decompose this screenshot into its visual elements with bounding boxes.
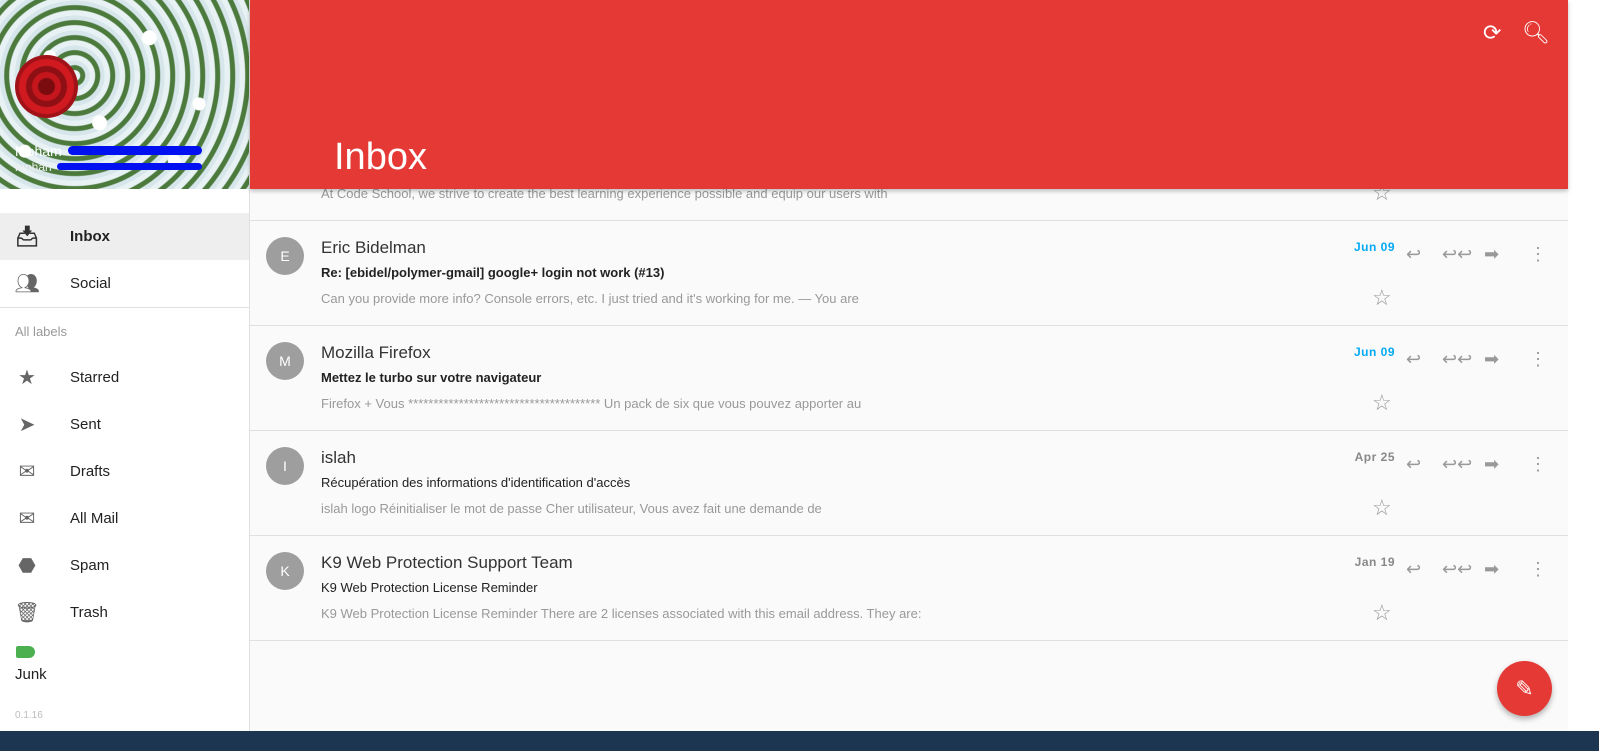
email-date: Jan 19 [1354,555,1395,569]
reply-all-icon[interactable]: ↩↩ [1442,454,1472,475]
email-snippet: Firefox + Vous *************************… [321,396,862,411]
label-starred[interactable]: ★ Starred [0,354,249,401]
email-subject: K9 Web Protection License Reminder [321,580,538,595]
mail-icon: ✉ [18,508,36,530]
email-date: Apr 25 [1354,450,1395,464]
email-row[interactable]: K K9 Web Protection Support Team K9 Web … [250,536,1568,641]
email-snippet: K9 Web Protection License Reminder There… [321,606,922,621]
search-icon[interactable]: 🔍︎ [1522,20,1550,46]
trash-icon: 🗑︎ [14,602,40,624]
redaction-scribble [68,146,202,155]
label-sent[interactable]: ➤ Sent [0,401,249,448]
reply-icon[interactable]: ↩ [1406,559,1421,580]
star-icon[interactable]: ☆ [1372,285,1392,311]
taskbar [0,731,1599,751]
email-row[interactable]: E Eric Bidelman Re: [ebidel/polymer-gmai… [250,221,1568,326]
drafts-icon: ✉ [18,461,36,483]
refresh-icon[interactable]: ⟳ [1483,20,1501,46]
email-date: Jun 09 [1353,345,1395,359]
email-subject: Récupération des informations d'identifi… [321,475,631,490]
email-row[interactable]: I islah Récupération des informations d'… [250,431,1568,536]
forward-icon[interactable]: ➡ [1484,454,1499,475]
email-list: At Code School, we strive to create the … [250,180,1568,641]
forward-icon[interactable]: ➡ [1484,349,1499,370]
sender-avatar: I [266,447,304,485]
reply-icon[interactable]: ↩ [1406,454,1421,475]
label-trash[interactable]: 🗑︎ Trash [0,589,249,636]
labels-heading: All labels [0,307,249,354]
pencil-icon: ✎ [1515,675,1534,701]
email-sender: Eric Bidelman [321,238,426,257]
email-subject: Mettez le turbo sur votre navigateur [321,370,542,385]
reply-all-icon[interactable]: ↩↩ [1442,559,1472,580]
send-icon: ➤ [18,414,36,436]
email-row[interactable]: At Code School, we strive to create the … [250,180,1568,221]
nav-label: Social [70,275,111,292]
report-icon: ⬣ [18,555,36,577]
forward-icon[interactable]: ➡ [1484,559,1499,580]
nav-social[interactable]: 👥︎ Social [0,260,249,307]
profile-name: Moham [15,143,62,159]
nav-label: Spam [70,557,110,574]
nav-label: Junk [15,666,47,683]
reply-icon[interactable]: ↩ [1406,244,1421,265]
nav-label: All Mail [70,510,119,527]
label-tag-icon [16,646,35,658]
forward-icon[interactable]: ➡ [1484,244,1499,265]
nav-label: Sent [70,416,101,433]
star-icon[interactable]: ☆ [1372,390,1392,416]
inbox-icon: 📥︎ [14,226,40,248]
email-row[interactable]: M Mozilla Firefox Mettez le turbo sur vo… [250,326,1568,431]
avatar[interactable] [15,55,78,118]
sender-avatar: K [266,552,304,590]
more-vert-icon[interactable]: ⋮ [1529,244,1547,265]
reply-all-icon[interactable]: ↩↩ [1442,349,1472,370]
nav-label: Drafts [70,463,111,480]
people-icon: 👥︎ [14,273,40,295]
reply-all-icon[interactable]: ↩↩ [1442,244,1472,265]
reply-icon[interactable]: ↩ [1406,349,1421,370]
more-vert-icon[interactable]: ⋮ [1529,454,1547,475]
email-sender: islah [321,448,356,467]
star-icon: ★ [18,367,36,389]
app-header: ⟳ 🔍︎ Inbox [250,0,1568,189]
email-sender: Mozilla Firefox [321,343,431,362]
sender-avatar: E [266,237,304,275]
page-title: Inbox [334,136,427,178]
profile-header: Moham mohan [0,0,249,189]
nav-label: Trash [70,604,108,621]
email-snippet: Can you provide more info? Console error… [321,291,859,306]
email-subject: Re: [ebidel/polymer-gmail] google+ login… [321,265,665,280]
star-icon[interactable]: ☆ [1372,600,1392,626]
more-vert-icon[interactable]: ⋮ [1529,349,1547,370]
sender-avatar: M [266,342,304,380]
scrollbar[interactable] [1568,0,1599,731]
nav-label: Inbox [70,228,110,245]
email-sender: K9 Web Protection Support Team [321,553,573,572]
label-spam[interactable]: ⬣ Spam [0,542,249,589]
label-junk[interactable]: Junk [0,636,249,684]
more-vert-icon[interactable]: ⋮ [1529,559,1547,580]
email-date: Jun 09 [1353,240,1395,254]
redaction-scribble [57,163,202,170]
nav-label: Starred [70,369,120,386]
star-icon[interactable]: ☆ [1372,495,1392,521]
compose-button[interactable]: ✎ [1497,661,1552,716]
sidebar: Moham mohan 📥︎ Inbox 👥︎ Social All labels … [0,0,250,731]
profile-email: mohan [15,160,52,174]
label-all-mail[interactable]: ✉ All Mail [0,495,249,542]
label-drafts[interactable]: ✉ Drafts [0,448,249,495]
email-snippet: islah logo Réinitialiser le mot de passe… [321,501,822,516]
nav-inbox[interactable]: 📥︎ Inbox [0,213,249,260]
